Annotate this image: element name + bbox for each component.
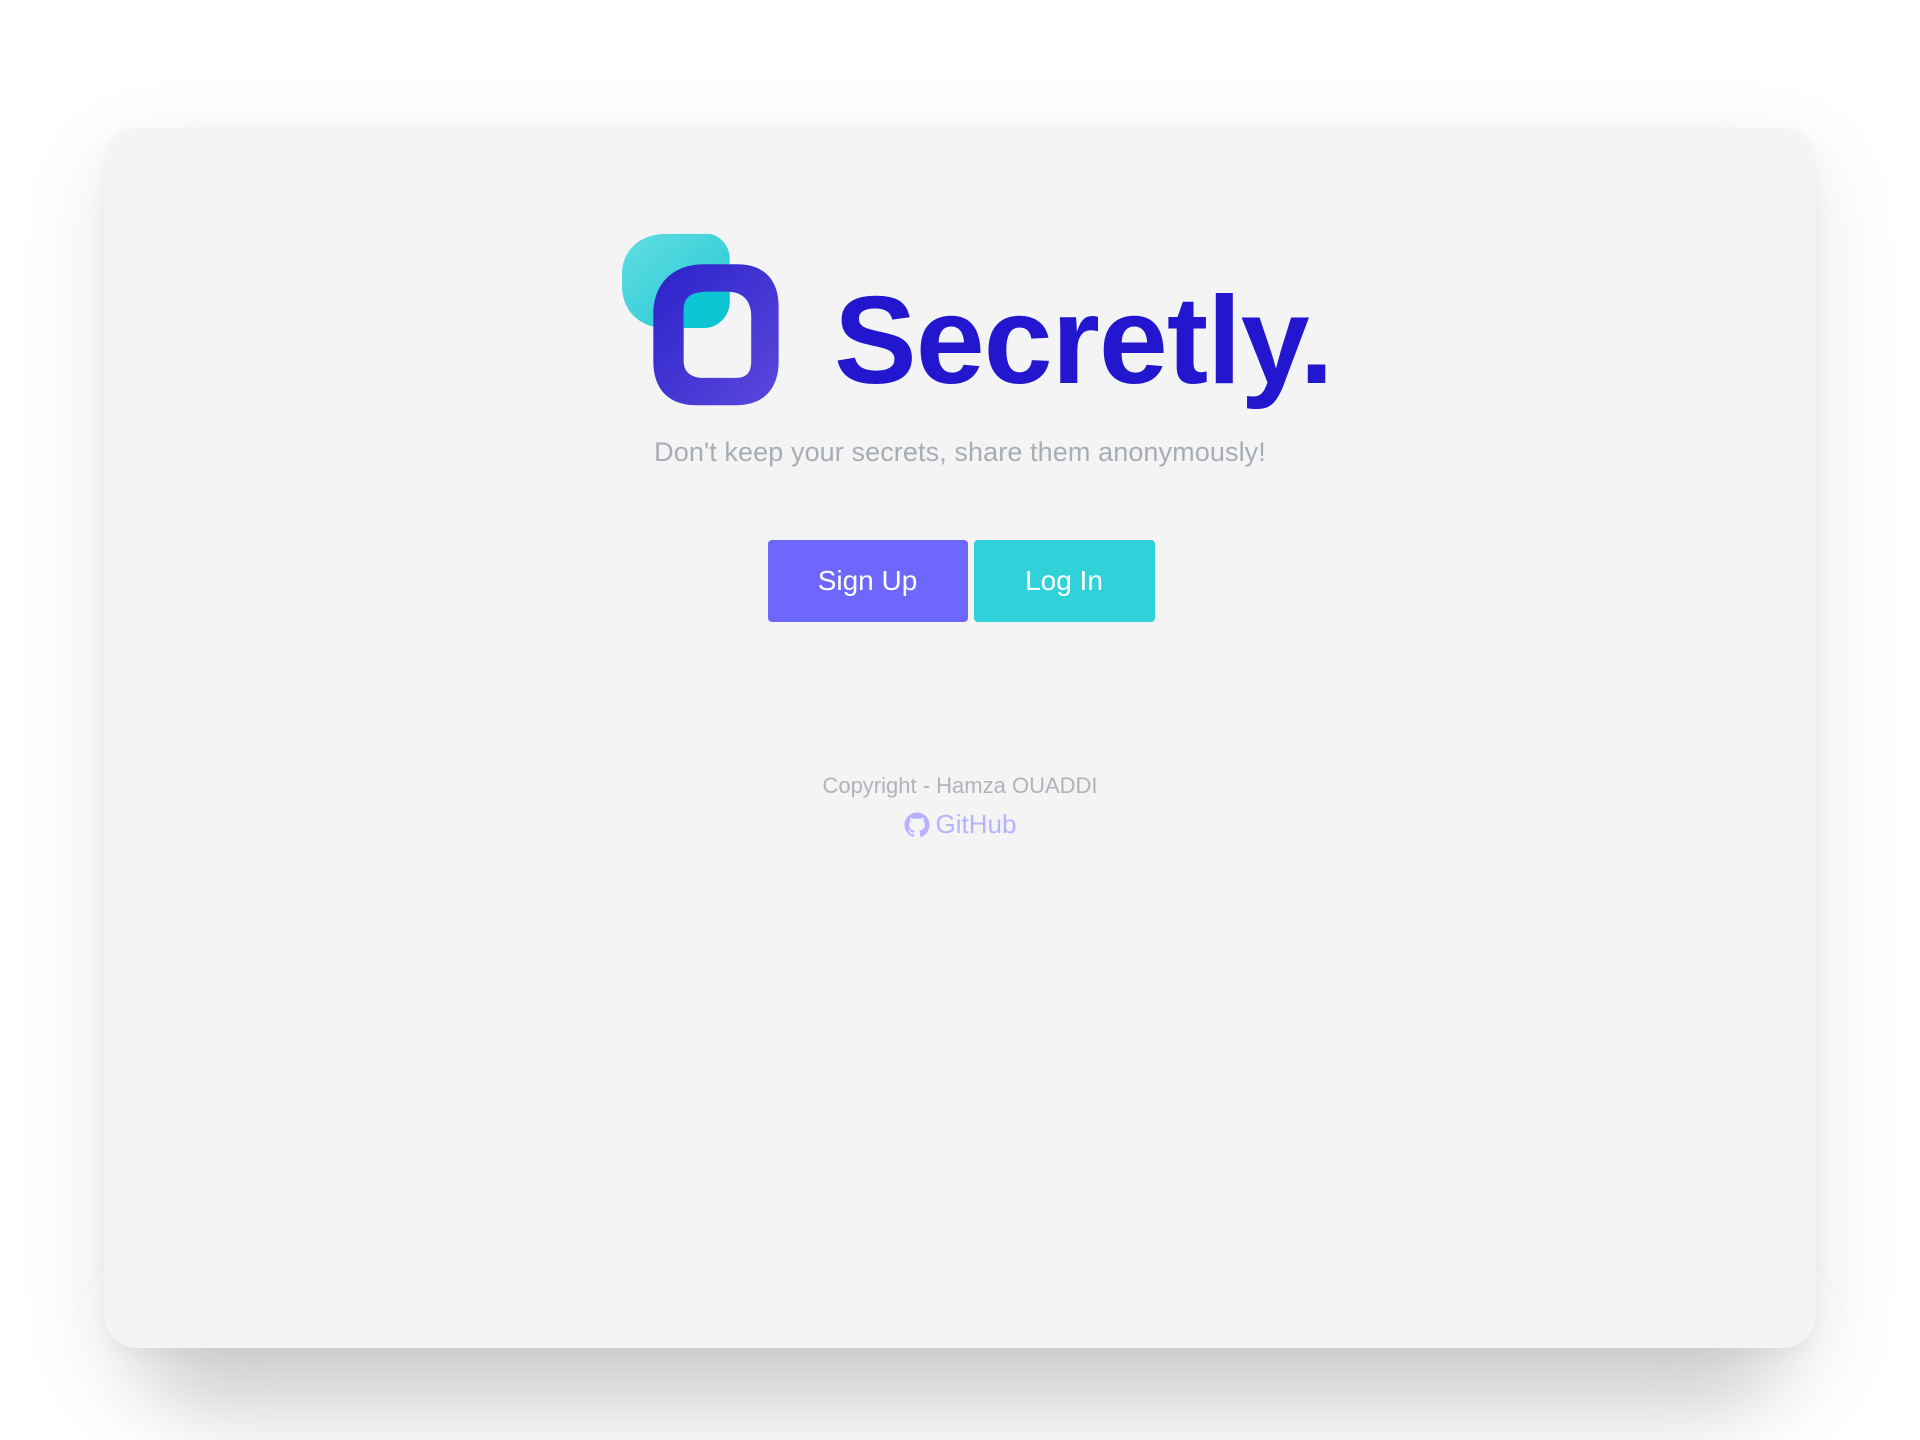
log-in-button[interactable]: Log In (973, 540, 1155, 622)
copyright-text: Copyright - Hamza OUADDI (822, 773, 1098, 798)
brand-name: Secretly. (834, 272, 1334, 410)
sign-up-button[interactable]: Sign Up (767, 540, 968, 622)
github-link[interactable]: GitHub (904, 809, 1017, 840)
secretly-logo-mark-icon (622, 233, 779, 406)
tagline: Don't keep your secrets, share them anon… (654, 437, 1266, 467)
auth-actions: Sign Up Log In (104, 540, 1816, 622)
github-link-label: GitHub (935, 809, 1017, 840)
github-icon (904, 812, 929, 837)
footer: Copyright - Hamza OUADDI GitHub (104, 773, 1816, 843)
brand-logo: Secretly. (622, 230, 1372, 418)
landing-card: Secretly. Don't keep your secrets, share… (104, 128, 1816, 1348)
page: Secretly. Don't keep your secrets, share… (0, 0, 1920, 1440)
